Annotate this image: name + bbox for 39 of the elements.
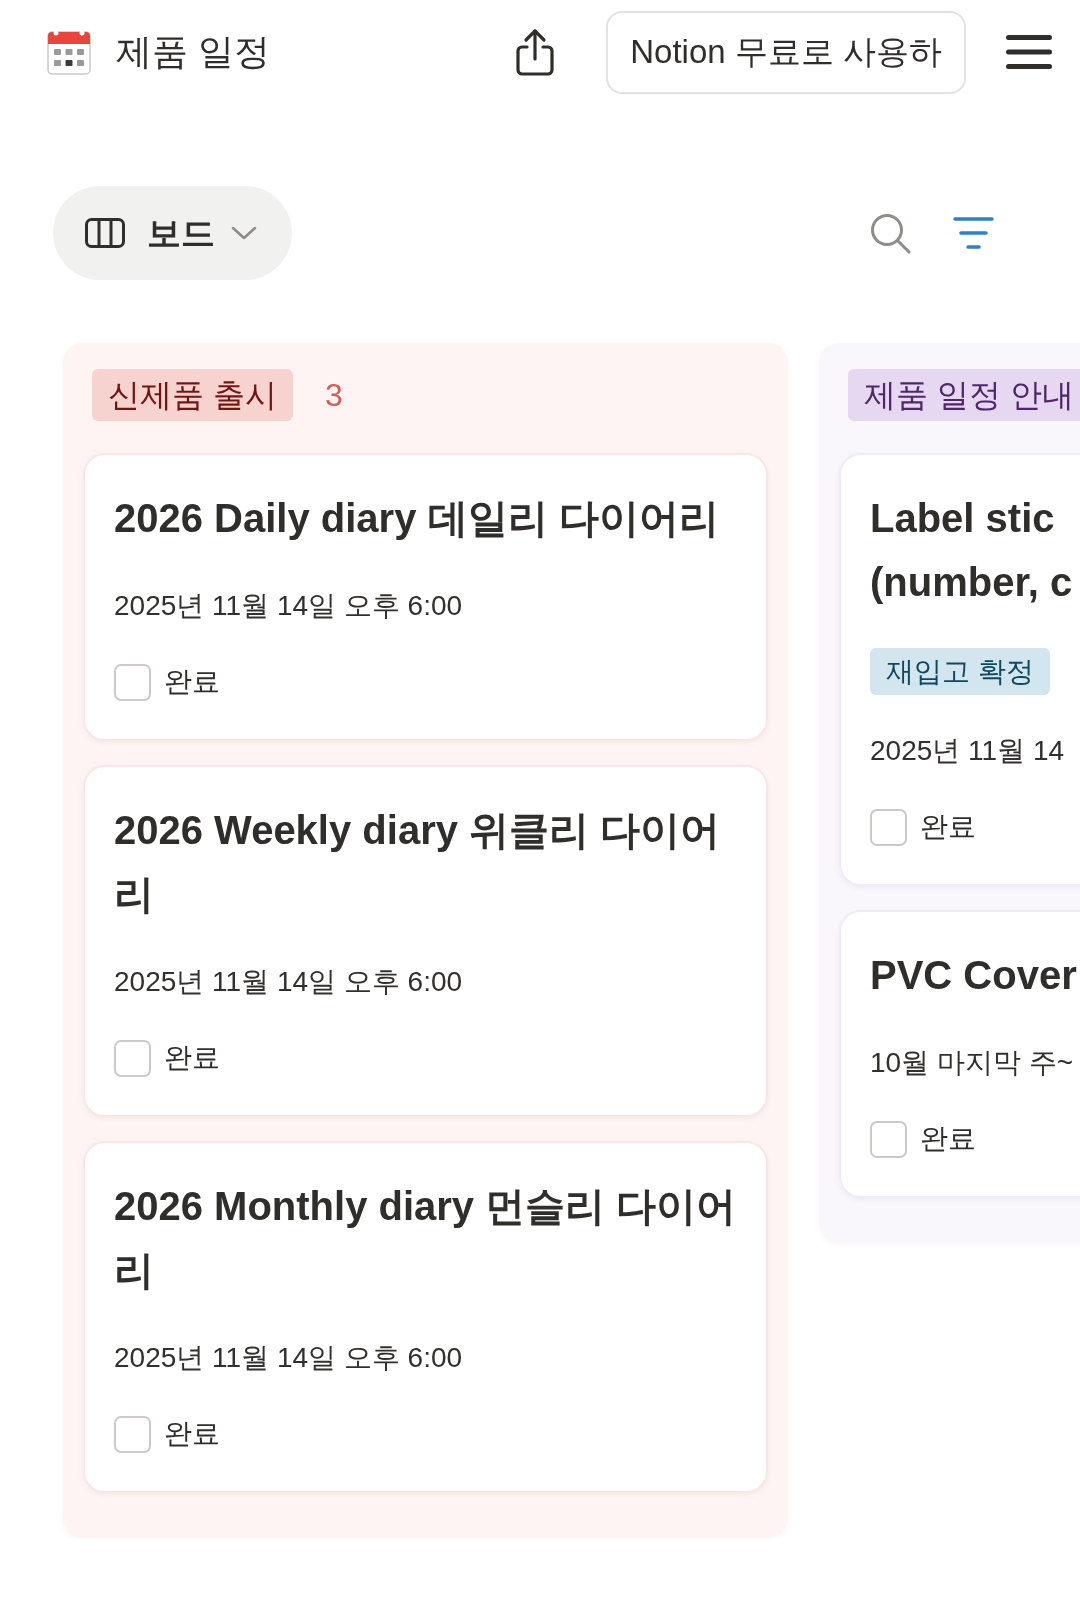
- checkbox-label: 완료: [164, 1041, 220, 1075]
- card-title: PVC Cover: [870, 952, 1078, 999]
- cta-button[interactable]: Notion 무료로 사용하: [606, 10, 966, 94]
- board-card[interactable]: 2026 Daily diary 데일리 다이어리 2025년 11월 14일 오후 6:00 완료: [83, 453, 768, 741]
- checkbox-label: 완료: [920, 1122, 976, 1156]
- checkbox-label: 완료: [920, 810, 976, 844]
- group-tag: 제품 일정 안내: [848, 369, 1080, 421]
- card-date: 2025년 11월 14일 오후 6:00: [114, 965, 464, 999]
- board-card[interactable]: PVC Cover 10월 마지막 주~ 완료: [839, 910, 1080, 1198]
- page-title: 제품 일정: [116, 30, 271, 74]
- checkbox[interactable]: [870, 808, 907, 846]
- menu-icon[interactable]: [1006, 35, 1052, 69]
- calendar-icon: [47, 29, 91, 75]
- card-date: 2025년 11월 14: [870, 734, 1066, 768]
- status-tag: 재입고 확정: [870, 648, 1050, 695]
- board-card[interactable]: 2026 Monthly diary 먼슬리 다이어리 2025년 11월 14일 오후 6:00 완료: [83, 1141, 768, 1493]
- checkbox[interactable]: [114, 1039, 151, 1077]
- card-date: 2025년 11월 14일 오후 6:00: [114, 589, 464, 623]
- checkbox-label: 완료: [164, 665, 220, 699]
- card-title: 2026 Monthly diary 먼슬리 다이어리: [114, 1183, 737, 1294]
- checkbox-label: 완료: [164, 1417, 220, 1451]
- card-title: Label stic (number, c: [870, 495, 1074, 606]
- board-card[interactable]: Label stic (number, c 재입고 확정 2025년 11월 14 완료: [839, 453, 1080, 886]
- card-date: 2025년 11월 14일 오후 6:00: [114, 1341, 464, 1375]
- columns-icon: [85, 218, 125, 248]
- search-icon[interactable]: [870, 212, 911, 254]
- checkbox[interactable]: [114, 1415, 151, 1453]
- checkbox[interactable]: [870, 1120, 907, 1158]
- share-icon[interactable]: [514, 28, 557, 76]
- card-title: 2026 Weekly diary 위클리 다이어리: [114, 807, 722, 918]
- chevron-down-icon: [231, 226, 257, 240]
- board-card[interactable]: 2026 Weekly diary 위클리 다이어리 2025년 11월 14일 오후 6:00 완료: [83, 765, 768, 1117]
- card-title: 2026 Daily diary 데일리 다이어리: [114, 495, 720, 542]
- group-tag: 신제품 출시: [92, 369, 293, 421]
- filter-icon[interactable]: [953, 217, 994, 249]
- card-count: 3: [324, 376, 343, 415]
- card-date: 10월 마지막 주~: [870, 1046, 1075, 1080]
- checkbox[interactable]: [114, 663, 151, 701]
- view-switcher-button[interactable]: 보드: [53, 186, 292, 280]
